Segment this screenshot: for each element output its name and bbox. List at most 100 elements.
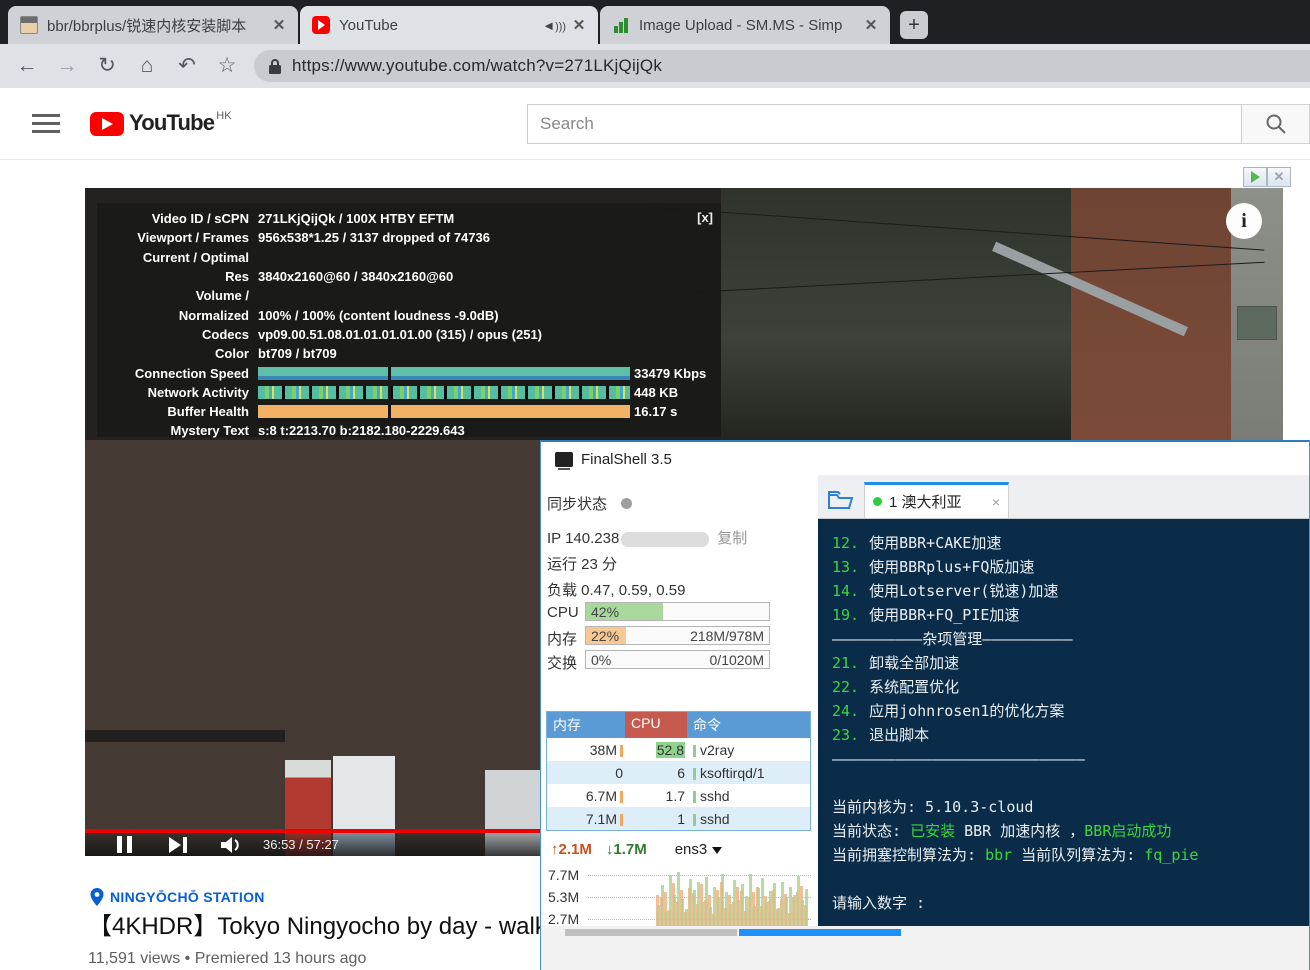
stats-for-nerds-panel: [x] Video ID / sCPN 271LKjQijQk / 100X HT… <box>97 203 721 439</box>
stat-label: Mystery Text <box>170 423 249 439</box>
bookmark-star-icon[interactable]: ☆ <box>214 53 240 79</box>
next-video-button[interactable] <box>169 836 187 853</box>
lock-icon <box>269 58 281 74</box>
undo-icon[interactable]: ↶ <box>174 53 200 79</box>
sync-status-dot <box>621 498 633 509</box>
forward-icon[interactable]: → <box>54 53 80 79</box>
tab-bbr-script[interactable]: bbr/bbrplus/锐速内核安装脚本 ✕ <box>8 6 298 44</box>
traffic-bars <box>656 863 809 932</box>
widget-close-button[interactable]: ✕ <box>1267 167 1291 187</box>
finalshell-window: FinalShell 3.5 同步状态 IP 140.238 复制 运行 23 分… <box>540 440 1310 970</box>
stat-label: Res <box>225 269 249 285</box>
ip-text: IP 140.238 <box>547 530 620 547</box>
stat-label: Viewport / Frames <box>137 230 249 246</box>
terminal-menu-item: 24. 应用johnrosen1的优化方案 <box>832 702 1065 720</box>
stat-label: Network Activity <box>147 384 249 400</box>
stat-label: Volume / <box>195 288 249 304</box>
play-download-button[interactable] <box>1243 167 1267 187</box>
interface-selector[interactable]: ens3 <box>675 841 723 858</box>
network-rate-row: ↑2.1M ↓1.7M ens3 <box>551 841 809 858</box>
stat-label: Connection Speed <box>134 365 249 381</box>
stat-value: 956x538*1.25 / 3137 dropped of 74736 <box>258 230 490 246</box>
stat-label: Codecs <box>202 326 249 342</box>
guardrail <box>85 730 285 742</box>
close-icon[interactable]: ✕ <box>570 16 588 34</box>
close-icon[interactable]: × <box>992 494 1000 510</box>
download-rate: ↓1.7M <box>605 841 647 858</box>
home-icon[interactable]: ⌂ <box>134 53 160 79</box>
swap-detail: 0/1020M <box>709 652 764 668</box>
menu-hamburger-icon[interactable] <box>32 114 60 134</box>
terminal-status-line: 当前状态: 已安装 BBR 加速内核 ，BBR启动成功 <box>832 822 1172 840</box>
tab-youtube[interactable]: YouTube ◄))) ✕ <box>300 6 598 44</box>
table-row[interactable]: 0 6 ksoftirqd/1 <box>547 761 810 784</box>
search-button[interactable] <box>1242 104 1310 144</box>
stat-value: 100% / 100% (content loudness -9.0dB) <box>258 307 499 323</box>
swap-meter: 0% 0/1020M <box>585 650 770 669</box>
status-segment-blue <box>739 929 901 936</box>
table-row[interactable]: 6.7M 1.7 sshd <box>547 784 810 807</box>
finalshell-titlebar[interactable]: FinalShell 3.5 <box>555 451 672 470</box>
stat-value: s:8 t:2213.70 b:2182.180-2229.643 <box>258 423 465 439</box>
col-cmd[interactable]: 命令 <box>687 712 810 738</box>
table-header: 内存 CPU 命令 <box>547 712 810 738</box>
session-tab-label: 1 澳大利亚 <box>889 494 962 511</box>
mem-detail: 218M/978M <box>690 628 764 644</box>
cpu-tick <box>693 790 696 803</box>
video-location-link[interactable]: NINGYŌCHŌ STATION <box>90 888 265 906</box>
volume-button[interactable] <box>219 835 243 855</box>
tab-title: bbr/bbrplus/锐速内核安装脚本 <box>47 17 247 35</box>
open-folder-button[interactable] <box>818 482 864 518</box>
ytick: 2.7M <box>548 911 580 927</box>
copy-ip-button[interactable]: 复制 <box>717 530 747 547</box>
swap-label: 交换 <box>547 655 578 672</box>
back-icon[interactable]: ← <box>14 53 40 79</box>
info-icon[interactable]: i <box>1226 203 1262 239</box>
youtube-wordmark: YouTube <box>129 110 215 135</box>
col-cpu[interactable]: CPU <box>625 712 687 738</box>
terminal-blank <box>832 771 1309 795</box>
video-views-meta: 11,591 views • Premiered 13 hours ago <box>88 950 367 967</box>
stat-value: 3840x2160@60 / 3840x2160@60 <box>258 269 454 285</box>
mem-label: 内存 <box>547 631 578 648</box>
terminal-kernel-line: 当前内核为: 5.10.3-cloud <box>832 798 1034 816</box>
terminal-output[interactable]: 12. 使用BBR+CAKE加速 13. 使用BBRplus+FQ版加速 14. 使用… <box>818 519 1309 932</box>
youtube-logo[interactable]: YouTube HK <box>90 110 232 136</box>
search-input[interactable] <box>527 104 1242 144</box>
cpu-percent: 42% <box>591 604 620 620</box>
search-icon <box>1266 114 1286 134</box>
stats-close-button[interactable]: [x] <box>697 210 713 225</box>
youtube-icon <box>312 16 330 34</box>
table-row[interactable]: 7.1M 1 sshd <box>547 807 810 830</box>
uptime-row: 运行 23 分 <box>547 556 618 573</box>
swap-percent: 0% <box>591 652 612 668</box>
session-tab-strip: 1 澳大利亚 × <box>818 475 1309 519</box>
traffic-chart: 7.7M 5.3M 2.7M <box>546 863 811 933</box>
table-row[interactable]: 38M 52.8 v2ray <box>547 738 810 761</box>
reload-icon[interactable]: ↻ <box>94 53 120 79</box>
audio-playing-icon[interactable]: ◄))) <box>542 18 566 33</box>
close-icon[interactable]: ✕ <box>862 16 880 34</box>
ip-redacted-blur <box>621 531 710 547</box>
chevron-down-icon <box>712 847 723 854</box>
col-mem[interactable]: 内存 <box>547 712 625 738</box>
stat-value: 16.17 s <box>634 404 678 420</box>
green-bars-icon <box>612 16 630 34</box>
new-tab-button[interactable]: + <box>900 11 928 39</box>
ytick: 7.7M <box>548 867 580 883</box>
process-table[interactable]: 内存 CPU 命令 38M 52.8 v2ray 0 6 ksoftirqd/1… <box>546 711 811 831</box>
finalshell-monitor-panel: 同步状态 IP 140.238 复制 运行 23 分 负载 0.47, 0.59,… <box>541 475 818 970</box>
stat-value: 448 KB <box>634 384 679 400</box>
stat-label: Video ID / sCPN <box>151 211 249 227</box>
close-icon[interactable]: ✕ <box>270 16 288 34</box>
cpu-meter: 42% <box>585 602 770 621</box>
terminal-divider: ———————————————————————————— <box>832 750 1085 768</box>
address-bar[interactable]: https://www.youtube.com/watch?v=271LKjQi… <box>254 50 1310 82</box>
session-tab-australia[interactable]: 1 澳大利亚 × <box>864 482 1009 518</box>
pause-button[interactable] <box>117 836 137 853</box>
finalshell-status-bar <box>541 926 1309 970</box>
green-play-icon <box>1250 171 1260 183</box>
mem-tick <box>620 790 623 803</box>
tab-smms[interactable]: Image Upload - SM.MS - Simp ✕ <box>600 6 890 44</box>
cpu-tick <box>693 813 696 826</box>
